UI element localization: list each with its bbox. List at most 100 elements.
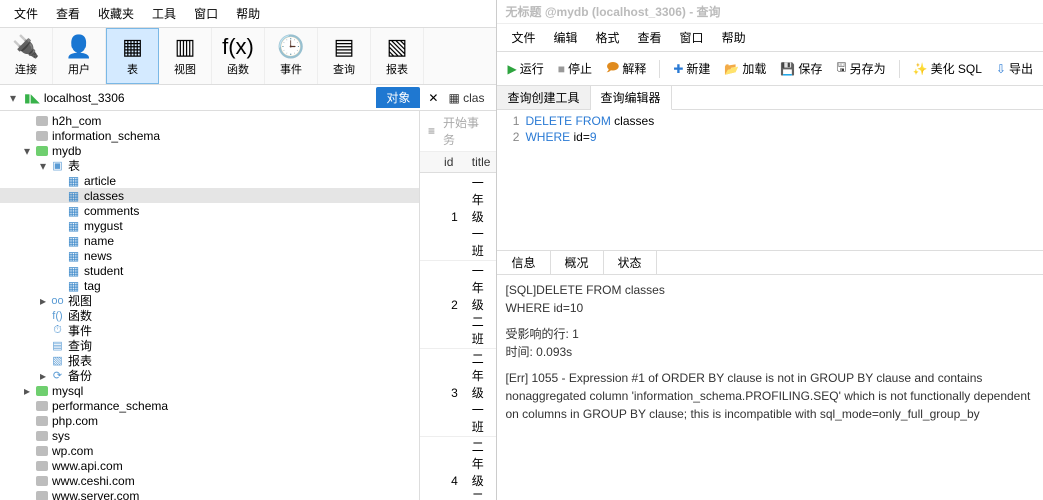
left-menubar: 文件查看收藏夹工具窗口帮助: [0, 0, 496, 28]
result-output[interactable]: [SQL]DELETE FROM classes WHERE id=10 受影响…: [497, 275, 1043, 437]
tree-node-performance_schema[interactable]: performance_schema: [0, 398, 419, 413]
result-affected: 受影响的行: 1: [505, 327, 578, 341]
menu-1[interactable]: 查看: [48, 3, 88, 24]
table-icon: [66, 204, 81, 217]
tool-用户[interactable]: 👤用户: [53, 28, 106, 84]
btn-运行[interactable]: ▶运行: [503, 58, 547, 79]
tab-status[interactable]: 状态: [604, 251, 657, 274]
table-row[interactable]: 4二年级二班: [420, 437, 496, 500]
tool-查询[interactable]: ▤查询: [318, 28, 371, 84]
btn-加载[interactable]: 📂加载: [720, 58, 770, 79]
table-icon: [66, 279, 81, 292]
menu-0[interactable]: 文件: [6, 3, 46, 24]
twisty[interactable]: ▾: [36, 159, 50, 173]
tree-node-www.api.com[interactable]: www.api.com: [0, 458, 419, 473]
table-tab-icon: ✕: [428, 91, 438, 105]
tree-node-name[interactable]: name: [0, 233, 419, 248]
twisty[interactable]: ▸: [36, 294, 50, 308]
menu-5[interactable]: 帮助: [228, 3, 268, 24]
start-transaction-button[interactable]: 开始事务: [443, 114, 488, 148]
twisty[interactable]: ▸: [20, 384, 34, 398]
rmenu-2[interactable]: 格式: [588, 27, 628, 48]
tree-node-php.com[interactable]: php.com: [0, 413, 419, 428]
rmenu-3[interactable]: 查看: [630, 27, 670, 48]
tool-事件[interactable]: 🕒事件: [265, 28, 318, 84]
tool-报表[interactable]: ▧报表: [371, 28, 424, 84]
tool-连接[interactable]: 🔌连接: [0, 28, 53, 84]
tree-node-事件[interactable]: ⏱事件: [0, 323, 419, 338]
sql-editor[interactable]: 12 DELETE FROM classesWHERE id=9: [497, 110, 1043, 250]
data-grid[interactable]: id title 1一年级一班2一年级二班3二年级一班4二年级二班5三年级▸6三…: [420, 152, 496, 500]
col-title[interactable]: title: [466, 152, 497, 173]
tree-node-news[interactable]: news: [0, 248, 419, 263]
rmenu-1[interactable]: 编辑: [546, 27, 586, 48]
db-tree[interactable]: h2h_cominformation_schema▾mydb▾▣表article…: [0, 111, 420, 500]
tree-node-函数[interactable]: f()函数: [0, 308, 419, 323]
result-where: WHERE id=10: [505, 301, 583, 315]
table-row[interactable]: 2一年级二班: [420, 261, 496, 349]
editor-tabs: 查询创建工具 查询编辑器: [497, 86, 1043, 110]
menu-3[interactable]: 工具: [144, 3, 184, 24]
rmenu-4[interactable]: 窗口: [672, 27, 712, 48]
rmenu-5[interactable]: 帮助: [714, 27, 754, 48]
tab-query-editor[interactable]: 查询编辑器: [591, 86, 672, 110]
btn-导出[interactable]: ⇩导出: [992, 58, 1037, 79]
twisty[interactable]: ▸: [36, 369, 50, 383]
query-window-title: 无标题 @mydb (localhost_3306) - 查询: [497, 0, 1043, 24]
tree-node-h2h_com[interactable]: h2h_com: [0, 113, 419, 128]
menu-icon[interactable]: ≡: [428, 124, 435, 138]
tab-query-builder[interactable]: 查询创建工具: [497, 86, 590, 109]
tab-profile[interactable]: 概况: [551, 251, 604, 274]
tree-node-sys[interactable]: sys: [0, 428, 419, 443]
data-grid-pane: ≡ 开始事务 id title 1一年级一班2一年级二班3二年级一班4二年级二班…: [420, 111, 496, 500]
result-tabs: 信息 概况 状态: [497, 250, 1043, 275]
menu-4[interactable]: 窗口: [186, 3, 226, 24]
函数-icon: f(x): [222, 36, 254, 58]
twisty[interactable]: ▾: [20, 144, 34, 158]
left-pane: 文件查看收藏夹工具窗口帮助 🔌连接👤用户▦表▥视图f(x)函数🕒事件▤查询▧报表…: [0, 0, 497, 500]
rmenu-0[interactable]: 文件: [503, 27, 543, 48]
tab-info[interactable]: 信息: [497, 251, 550, 274]
btn-保存[interactable]: 💾保存: [776, 58, 826, 79]
tree-node-备份[interactable]: ▸⟳备份: [0, 368, 419, 383]
btn-另存为[interactable]: 🖫另存为: [832, 56, 889, 81]
tree-node-www.ceshi.com[interactable]: www.ceshi.com: [0, 473, 419, 488]
tree-node-mygust[interactable]: mygust: [0, 218, 419, 233]
menu-2[interactable]: 收藏夹: [90, 3, 142, 24]
tool-视图[interactable]: ▥视图: [159, 28, 212, 84]
btn-解释[interactable]: 🗩解释: [602, 56, 650, 81]
tool-表[interactable]: ▦表: [106, 28, 159, 84]
tree-node-article[interactable]: article: [0, 173, 419, 188]
tree-node-查询[interactable]: ▤查询: [0, 338, 419, 353]
连接-icon: 🔌: [12, 36, 39, 58]
tab-objects[interactable]: 对象: [376, 87, 420, 108]
解释-icon: 🗩: [606, 58, 619, 79]
tree-twisty[interactable]: ▾: [6, 91, 20, 105]
tool-函数[interactable]: f(x)函数: [212, 28, 265, 84]
tree-node-information_schema[interactable]: information_schema: [0, 128, 419, 143]
btn-新建[interactable]: ✚新建: [669, 58, 714, 79]
tree-node-报表[interactable]: ▧报表: [0, 353, 419, 368]
table-row[interactable]: 1一年级一班: [420, 173, 496, 261]
tab-classes[interactable]: ▦ clas: [442, 89, 490, 107]
tree-node-student[interactable]: student: [0, 263, 419, 278]
tree-node-mydb[interactable]: ▾mydb: [0, 143, 419, 158]
folder-icon: oo: [50, 294, 65, 307]
新建-icon: ✚: [673, 62, 683, 76]
tree-node-视图[interactable]: ▸oo视图: [0, 293, 419, 308]
tree-node-comments[interactable]: comments: [0, 203, 419, 218]
tree-node-classes[interactable]: classes: [0, 188, 419, 203]
tree-node-表[interactable]: ▾▣表: [0, 158, 419, 173]
tree-node-tag[interactable]: tag: [0, 278, 419, 293]
folder-icon: ▣: [50, 159, 65, 172]
btn-美化 SQL[interactable]: ✨美化 SQL: [909, 58, 986, 79]
tree-node-wp.com[interactable]: wp.com: [0, 443, 419, 458]
table-row[interactable]: 3二年级一班: [420, 349, 496, 437]
col-id[interactable]: id: [438, 152, 466, 173]
tree-node-www.server.com[interactable]: www.server.com: [0, 488, 419, 500]
right-pane: 无标题 @mydb (localhost_3306) - 查询 文件编辑格式查看…: [497, 0, 1043, 500]
tree-node-mysql[interactable]: ▸mysql: [0, 383, 419, 398]
connection-name[interactable]: localhost_3306: [44, 91, 125, 105]
btn-停止[interactable]: ■停止: [554, 58, 596, 79]
另存为-icon: 🖫: [836, 58, 846, 79]
